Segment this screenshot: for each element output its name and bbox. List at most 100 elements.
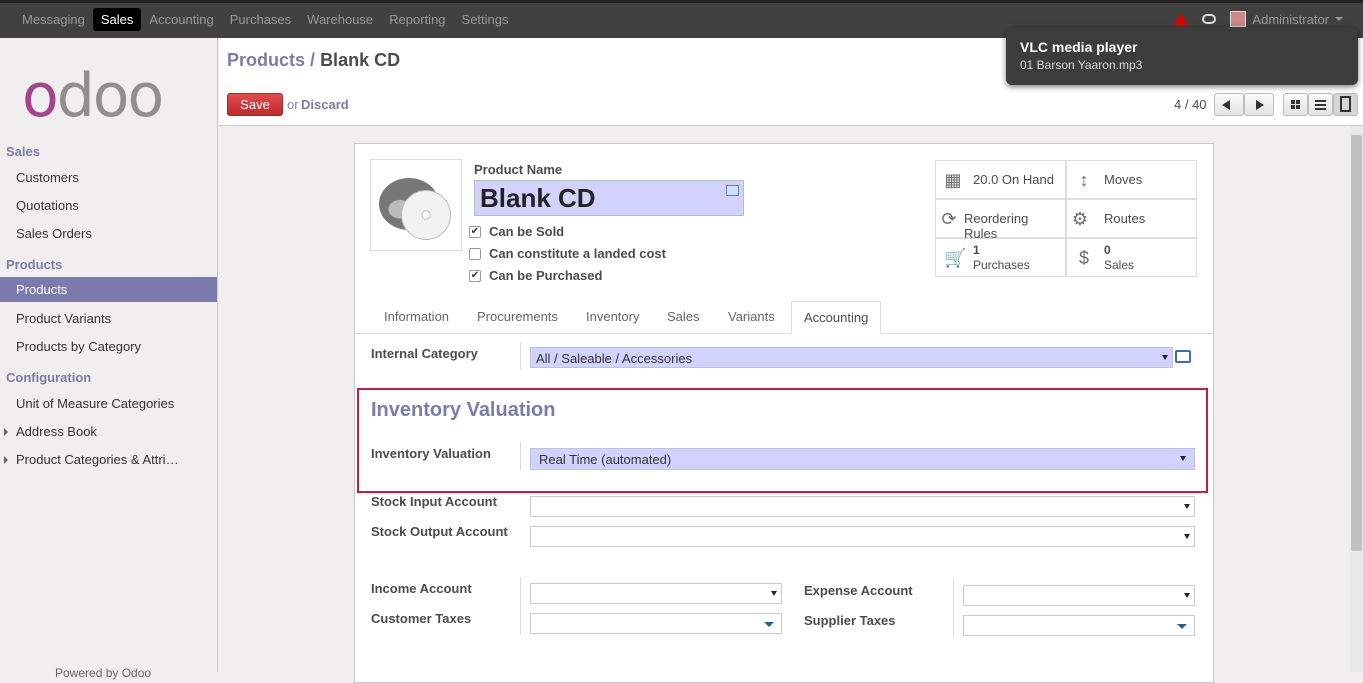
pager-previous-button[interactable] bbox=[1214, 93, 1244, 116]
powered-by[interactable]: Powered by Odoo bbox=[55, 666, 151, 680]
checkbox-landed-cost[interactable]: Can constitute a landed cost bbox=[469, 246, 666, 261]
translate-icon[interactable] bbox=[726, 185, 739, 196]
cd-disc-image bbox=[401, 190, 451, 240]
list-view-button[interactable] bbox=[1308, 93, 1333, 116]
sidebar-item-product-categories[interactable]: Product Categories & Attri… bbox=[0, 447, 217, 472]
internal-category-value: All / Saleable / Accessories bbox=[536, 351, 693, 366]
dropdown-caret-icon bbox=[771, 591, 777, 596]
field-separator bbox=[520, 342, 521, 370]
dollar-icon: $ bbox=[1078, 248, 1089, 268]
checkbox-label: Can be Sold bbox=[489, 224, 565, 239]
top-menu: Messaging Sales Accounting Purchases War… bbox=[14, 8, 517, 31]
topmenu-sales[interactable]: Sales bbox=[92, 8, 142, 31]
topmenu-settings[interactable]: Settings bbox=[454, 8, 517, 31]
checkbox-checked-icon[interactable]: ✔ bbox=[469, 269, 481, 282]
reordering-label: Reordering Rules bbox=[964, 211, 1029, 241]
breadcrumb-products[interactable]: Products bbox=[227, 50, 305, 70]
sidebar-item-product-variants[interactable]: Product Variants bbox=[0, 306, 217, 331]
notification-title: VLC media player bbox=[1020, 39, 1138, 55]
topmenu-warehouse[interactable]: Warehouse bbox=[299, 8, 381, 31]
customer-taxes-select[interactable] bbox=[530, 613, 782, 634]
tab-accounting[interactable]: Accounting bbox=[791, 301, 882, 334]
checkbox-label: Can be Purchased bbox=[489, 268, 603, 283]
sales-text: 0 Sales bbox=[1104, 243, 1134, 273]
checkbox-checked-icon[interactable]: ✔ bbox=[469, 225, 481, 238]
dropdown-caret-icon bbox=[1184, 593, 1190, 598]
tab-procurements[interactable]: Procurements bbox=[477, 309, 558, 324]
on-hand-button[interactable]: ▦ 20.0 On Hand bbox=[935, 160, 1066, 199]
user-menu[interactable]: Administrator bbox=[1252, 12, 1329, 27]
internal-category-select[interactable]: All / Saleable / Accessories bbox=[530, 347, 1173, 368]
product-name-input[interactable]: Blank CD bbox=[474, 180, 744, 216]
dropdown-caret-icon bbox=[1184, 534, 1190, 539]
form-view-button[interactable] bbox=[1333, 93, 1358, 116]
supplier-taxes-select[interactable] bbox=[963, 615, 1195, 636]
sidebar-heading-configuration: Configuration bbox=[6, 370, 92, 385]
product-name-label: Product Name bbox=[474, 162, 563, 177]
chevron-down-icon bbox=[1335, 17, 1343, 21]
moves-button[interactable]: ↕ Moves bbox=[1066, 160, 1197, 199]
list-icon bbox=[1315, 100, 1326, 110]
purchases-button[interactable]: 🛒 1 Purchases bbox=[935, 238, 1066, 277]
dropdown-caret-icon bbox=[1162, 355, 1168, 360]
discard-button[interactable]: Discard bbox=[301, 97, 349, 112]
kanban-view-button[interactable] bbox=[1283, 93, 1308, 116]
notification-subtitle: 01 Barson Yaaron.mp3 bbox=[1020, 58, 1143, 72]
sidebar-item-products-by-category[interactable]: Products by Category bbox=[0, 334, 217, 359]
dropdown-caret-icon bbox=[1177, 624, 1187, 629]
purchases-count: 1 bbox=[973, 243, 980, 257]
tab-variants[interactable]: Variants bbox=[728, 309, 775, 324]
stock-output-account-select[interactable] bbox=[530, 526, 1195, 547]
save-button[interactable]: Save bbox=[227, 93, 283, 116]
tab-inventory[interactable]: Inventory bbox=[586, 309, 639, 324]
tab-sales[interactable]: Sales bbox=[667, 309, 700, 324]
external-link-icon[interactable] bbox=[1175, 350, 1191, 363]
checkbox-unchecked-icon[interactable] bbox=[469, 247, 481, 260]
or-text: or bbox=[287, 97, 299, 112]
arrow-right-icon bbox=[1256, 100, 1264, 110]
topmenu-messaging[interactable]: Messaging bbox=[14, 8, 93, 31]
arrows-vertical-icon: ↕ bbox=[1079, 170, 1089, 190]
pager-next-button[interactable] bbox=[1244, 93, 1274, 116]
tab-information[interactable]: Information bbox=[384, 309, 449, 324]
income-account-select[interactable] bbox=[530, 583, 782, 604]
user-area: Administrator bbox=[1174, 11, 1343, 27]
chat-icon[interactable] bbox=[1202, 14, 1217, 24]
topmenu-purchases[interactable]: Purchases bbox=[222, 8, 299, 31]
warning-icon[interactable] bbox=[1174, 13, 1189, 25]
sidebar-item-quotations[interactable]: Quotations bbox=[0, 193, 217, 218]
internal-category-label: Internal Category bbox=[371, 346, 478, 361]
routes-button[interactable]: ⚙ Routes bbox=[1066, 199, 1197, 238]
arrow-left-icon bbox=[1222, 100, 1230, 110]
sidebar-item-address-book[interactable]: Address Book bbox=[0, 419, 217, 444]
smart-buttons: ▦ 20.0 On Hand ↕ Moves ⟳ Reordering Rule… bbox=[935, 160, 1198, 278]
highlight-annotation-box bbox=[357, 388, 1208, 493]
reordering-rules-button[interactable]: ⟳ Reordering Rules bbox=[935, 199, 1066, 241]
checkbox-can-be-purchased[interactable]: ✔ Can be Purchased bbox=[469, 268, 602, 283]
product-image[interactable] bbox=[370, 159, 462, 251]
expense-account-select[interactable] bbox=[963, 585, 1195, 606]
topmenu-accounting[interactable]: Accounting bbox=[141, 8, 221, 31]
topmenu-reporting[interactable]: Reporting bbox=[381, 8, 453, 31]
sidebar-item-label: Product Categories & Attri… bbox=[16, 452, 179, 467]
sidebar-item-customers[interactable]: Customers bbox=[0, 165, 217, 190]
expand-icon bbox=[4, 456, 8, 464]
stock-input-account-select[interactable] bbox=[530, 496, 1195, 517]
breadcrumb-current: Blank CD bbox=[320, 50, 401, 70]
sidebar-item-sales-orders[interactable]: Sales Orders bbox=[0, 221, 217, 246]
breadcrumb: Products / Blank CD bbox=[227, 50, 400, 71]
sales-button[interactable]: $ 0 Sales bbox=[1066, 238, 1197, 277]
stock-output-account-label: Stock Output Account bbox=[371, 524, 508, 539]
checkbox-can-be-sold[interactable]: ✔ Can be Sold bbox=[469, 224, 564, 239]
sidebar-item-products[interactable]: Products bbox=[0, 277, 217, 302]
supplier-taxes-label: Supplier Taxes bbox=[804, 613, 896, 628]
sidebar-item-uom-categories[interactable]: Unit of Measure Categories bbox=[0, 391, 217, 416]
gears-icon: ⚙ bbox=[1071, 209, 1089, 229]
income-account-label: Income Account bbox=[371, 581, 472, 596]
grid-icon bbox=[1291, 100, 1300, 109]
avatar bbox=[1230, 11, 1247, 27]
vlc-notification[interactable]: VLC media player 01 Barson Yaaron.mp3 bbox=[1006, 27, 1358, 85]
scrollbar-thumb[interactable] bbox=[1351, 135, 1362, 551]
odoo-logo: odoo bbox=[22, 61, 164, 131]
form-icon bbox=[1340, 96, 1351, 112]
